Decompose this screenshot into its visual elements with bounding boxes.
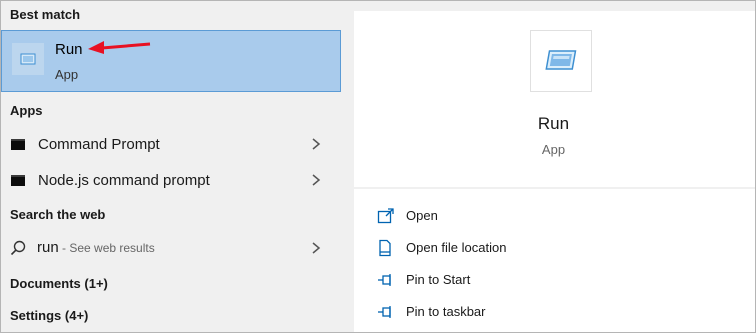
web-search-item[interactable]: run - See web results	[0, 231, 344, 265]
chevron-right-icon[interactable]	[311, 137, 321, 154]
app-item-nodejs-command-prompt[interactable]: Node.js command prompt	[0, 163, 344, 197]
best-match-item-run[interactable]: Run App	[1, 30, 341, 92]
chevron-right-icon[interactable]	[311, 241, 321, 258]
web-query: run	[37, 239, 59, 256]
app-item-command-prompt[interactable]: Command Prompt	[0, 127, 344, 161]
pin-icon	[378, 306, 391, 318]
web-suffix: - See web results	[58, 241, 155, 255]
apps-header: Apps	[10, 103, 43, 118]
best-match-header: Best match	[10, 7, 81, 22]
cmd-icon	[11, 139, 25, 150]
open-icon	[377, 208, 394, 224]
run-app-icon	[12, 43, 44, 75]
best-match-title: Run	[55, 41, 83, 58]
documents-header[interactable]: Documents (1+)	[10, 276, 108, 291]
preview-title: Run	[537, 114, 570, 133]
web-search-label: run - See web results	[37, 239, 155, 256]
app-item-label: Command Prompt	[38, 136, 160, 153]
app-item-label: Node.js command prompt	[38, 172, 210, 189]
action-label: Pin to Start	[406, 272, 471, 287]
cmd-icon	[11, 175, 25, 186]
pin-icon	[378, 274, 391, 286]
run-app-large-icon	[530, 30, 592, 92]
settings-header[interactable]: Settings (4+)	[10, 308, 88, 323]
chevron-right-icon[interactable]	[311, 173, 321, 190]
preview-subtitle: App	[541, 142, 566, 157]
file-location-icon	[379, 239, 391, 257]
action-label: Pin to taskbar	[406, 304, 486, 319]
red-arrow-icon	[88, 41, 151, 54]
action-label: Open	[406, 208, 438, 223]
search-web-header: Search the web	[10, 207, 106, 222]
search-icon	[10, 240, 26, 261]
best-match-subtitle: App	[55, 67, 79, 82]
action-label: Open file location	[406, 240, 507, 255]
